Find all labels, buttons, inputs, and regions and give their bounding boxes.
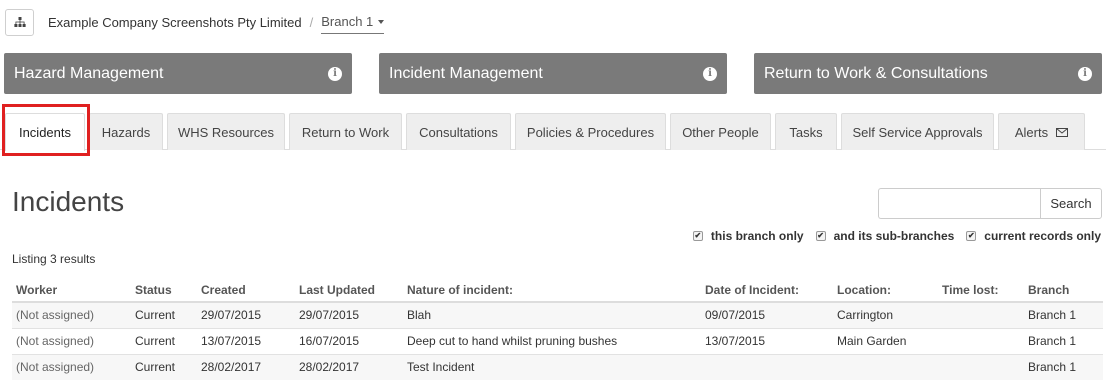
column-header[interactable]: Created xyxy=(197,279,295,303)
table-row[interactable]: (Not assigned) Current 28/02/2017 28/02/… xyxy=(12,353,1103,380)
cell-created: 29/07/2015 xyxy=(197,301,295,328)
cell-branch: Branch 1 xyxy=(1024,353,1103,380)
tab-policies-procedures[interactable]: Policies & Procedures xyxy=(515,113,666,150)
tab-label: Hazards xyxy=(101,124,151,140)
tab-other-people[interactable]: Other People xyxy=(670,113,771,150)
checkbox-checked-icon[interactable]: ✔ xyxy=(815,231,826,241)
cell-date-of-incident: 13/07/2015 xyxy=(701,327,833,354)
info-icon[interactable]: i xyxy=(703,66,717,81)
cell-worker: (Not assigned) xyxy=(12,327,131,354)
cell-nature: Blah xyxy=(403,301,701,328)
filter-sub-branches[interactable]: ✔ and its sub-branches xyxy=(815,229,955,243)
incidents-table: Worker Status Created Last Updated Natur… xyxy=(12,279,1103,380)
column-header[interactable]: Location: xyxy=(833,279,938,303)
cell-worker: (Not assigned) xyxy=(12,353,131,380)
filter-label: and its sub-branches xyxy=(833,229,955,243)
cell-location: Main Garden xyxy=(833,327,938,354)
column-header[interactable]: Time lost: xyxy=(938,279,1024,303)
tab-label: Tasks xyxy=(789,124,823,140)
branch-label: Branch 1 xyxy=(321,14,374,29)
filter-label: this branch only xyxy=(710,229,804,243)
module-return-to-work[interactable]: Return to Work & Consultations i xyxy=(754,53,1102,94)
cell-nature: Test Incident xyxy=(403,353,701,380)
tab-label: Return to Work xyxy=(301,124,390,140)
module-hazard-management[interactable]: Hazard Management i xyxy=(4,53,352,94)
cell-date-of-incident: 09/07/2015 xyxy=(701,301,833,328)
search-button[interactable]: Search xyxy=(1040,188,1102,219)
hierarchy-button[interactable] xyxy=(5,8,34,36)
tab-return-to-work[interactable]: Return to Work xyxy=(289,113,402,150)
tab-label: Incidents xyxy=(18,125,72,140)
tab-incidents[interactable]: Incidents xyxy=(5,113,85,151)
page-title: Incidents xyxy=(12,186,125,217)
column-header[interactable]: Branch xyxy=(1024,279,1103,303)
cell-created: 28/02/2017 xyxy=(197,353,295,380)
cell-last-updated: 28/02/2017 xyxy=(295,353,403,380)
caret-down-icon xyxy=(378,19,385,24)
tab-label: Consultations xyxy=(419,124,498,140)
table-row[interactable]: (Not assigned) Current 29/07/2015 29/07/… xyxy=(12,301,1103,328)
search-input[interactable] xyxy=(878,188,1040,219)
column-header[interactable]: Status xyxy=(131,279,197,303)
cell-worker: (Not assigned) xyxy=(12,301,131,328)
filter-current-records-only[interactable]: ✔ current records only xyxy=(966,229,1101,243)
filter-this-branch-only[interactable]: ✔ this branch only xyxy=(692,229,804,243)
cell-status: Current xyxy=(131,327,197,354)
tab-self-service-approvals[interactable]: Self Service Approvals xyxy=(841,113,994,150)
tab-hazards[interactable]: Hazards xyxy=(89,113,163,150)
cell-time-lost xyxy=(938,353,1024,380)
sitemap-icon xyxy=(13,17,26,27)
tab-bar: Incidents Hazards WHS Resources Return t… xyxy=(0,112,1106,151)
table-header-row: Worker Status Created Last Updated Natur… xyxy=(12,279,1103,303)
info-icon[interactable]: i xyxy=(328,66,342,81)
breadcrumb: Example Company Screenshots Pty Limited … xyxy=(5,8,385,36)
cell-last-updated: 29/07/2015 xyxy=(295,301,403,328)
branch-dropdown[interactable]: Branch 1 xyxy=(321,14,385,34)
tab-alerts[interactable]: Alerts xyxy=(998,113,1085,150)
module-label: Hazard Management xyxy=(14,64,164,82)
filter-label: current records only xyxy=(984,229,1101,243)
tab-whs-resources[interactable]: WHS Resources xyxy=(167,113,285,150)
tab-consultations[interactable]: Consultations xyxy=(406,113,511,150)
search-form: Search xyxy=(878,188,1102,219)
filter-options: ✔ this branch only ✔ and its sub-branche… xyxy=(681,229,1101,243)
tab-label: Policies & Procedures xyxy=(526,124,655,140)
envelope-icon xyxy=(1056,127,1069,137)
cell-branch: Branch 1 xyxy=(1024,301,1103,328)
breadcrumb-separator: / xyxy=(309,14,314,30)
cell-status: Current xyxy=(131,301,197,328)
cell-created: 13/07/2015 xyxy=(197,327,295,354)
cell-last-updated: 16/07/2015 xyxy=(295,327,403,354)
column-header[interactable]: Last Updated xyxy=(295,279,403,303)
table-row[interactable]: (Not assigned) Current 13/07/2015 16/07/… xyxy=(12,327,1103,354)
column-header[interactable]: Worker xyxy=(12,279,131,303)
cell-date-of-incident xyxy=(701,353,833,380)
tab-label: Self Service Approvals xyxy=(852,124,983,140)
tab-label: Alerts xyxy=(1014,124,1049,140)
checkbox-checked-icon[interactable]: ✔ xyxy=(692,231,703,241)
tab-label: WHS Resources xyxy=(177,124,275,140)
module-label: Incident Management xyxy=(389,64,543,82)
module-incident-management[interactable]: Incident Management i xyxy=(379,53,727,94)
column-header[interactable]: Date of Incident: xyxy=(701,279,833,303)
cell-time-lost xyxy=(938,301,1024,328)
column-header[interactable]: Nature of incident: xyxy=(403,279,701,303)
info-icon[interactable]: i xyxy=(1078,66,1092,81)
cell-location: Carrington xyxy=(833,301,938,328)
tab-label: Other People xyxy=(682,124,759,140)
cell-branch: Branch 1 xyxy=(1024,327,1103,354)
cell-nature: Deep cut to hand whilst pruning bushes xyxy=(403,327,701,354)
checkbox-checked-icon[interactable]: ✔ xyxy=(966,231,977,241)
cell-status: Current xyxy=(131,353,197,380)
cell-location xyxy=(833,353,938,380)
tab-tasks[interactable]: Tasks xyxy=(775,113,837,150)
company-name[interactable]: Example Company Screenshots Pty Limited xyxy=(48,15,302,30)
results-count: Listing 3 results xyxy=(12,252,96,266)
cell-time-lost xyxy=(938,327,1024,354)
module-label: Return to Work & Consultations xyxy=(764,64,988,82)
